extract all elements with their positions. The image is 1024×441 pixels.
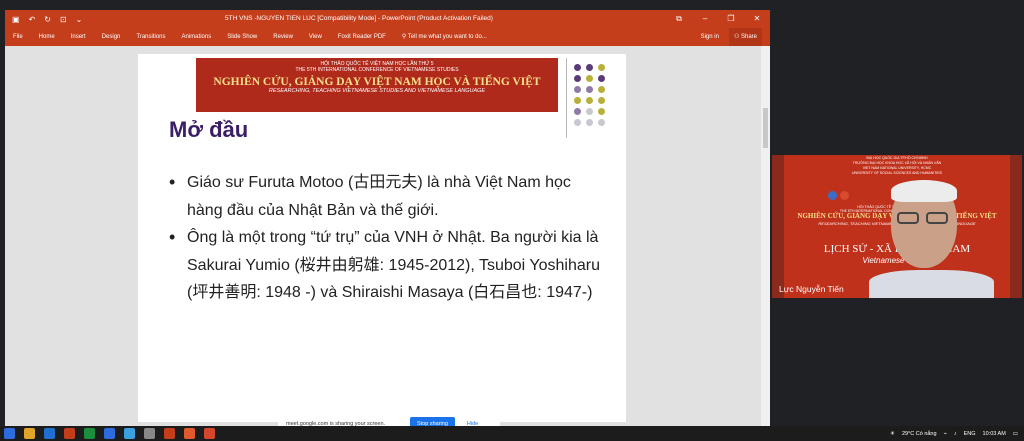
word-icon[interactable] (44, 428, 55, 439)
window-controls: ⧉ – ❐ ✕ (666, 10, 770, 28)
decorative-dot (598, 75, 605, 82)
bullet-list: Giáo sư Furuta Motoo (古田元夫) là nhà Việt … (169, 169, 609, 307)
redo-icon[interactable]: ↻ (44, 15, 51, 24)
decorative-dot (598, 108, 605, 115)
decorative-dot (574, 108, 581, 115)
tab-foxit[interactable]: Foxit Reader PDF (330, 28, 394, 46)
decorative-dot (598, 119, 605, 126)
tab-design[interactable]: Design (94, 28, 129, 46)
slide-title: Mở đầu (169, 117, 249, 142)
share-button[interactable]: ⚇ Share (728, 28, 762, 46)
tab-slide-show[interactable]: Slide Show (219, 28, 265, 46)
share-label: Share (740, 34, 757, 40)
folder-icon[interactable] (24, 428, 35, 439)
clock[interactable]: 10:03 AM (983, 431, 1006, 437)
volume-icon[interactable]: ♪ (954, 431, 957, 437)
tab-file[interactable]: File (5, 28, 31, 46)
decorative-dot (586, 64, 593, 71)
weather-icon[interactable]: ☀ (890, 431, 895, 437)
tell-me-text: Tell me what you want to do... (407, 34, 487, 40)
decorative-dot (574, 97, 581, 104)
window-title: 5TH VNS -NGUYEN TIEN LUC [Compatibility … (225, 15, 493, 22)
participant-hair (891, 180, 957, 202)
scrollbar-thumb[interactable] (763, 108, 768, 148)
explorer-icon[interactable] (4, 428, 15, 439)
participant-shirt (869, 270, 994, 298)
decorative-dot (586, 86, 593, 93)
video-banner-line-2: TRƯỜNG ĐẠI HỌC KHOA HỌC XÃ HỘI VÀ NHÂN V… (852, 161, 942, 165)
tab-view[interactable]: View (301, 28, 330, 46)
decorative-dot (586, 97, 593, 104)
bullet-item-2: Ông là một trong “tứ trụ” của VNH ở Nhật… (169, 224, 609, 307)
glasses-left-icon (897, 212, 919, 224)
maximize-icon[interactable]: ❐ (718, 10, 744, 28)
banner-line-3: NGHIÊN CỨU, GIẢNG DẠY VIỆT NAM HỌC VÀ TI… (213, 76, 541, 88)
banner-divider (566, 58, 567, 138)
language-indicator[interactable]: ENG (964, 431, 976, 437)
decorative-dot (574, 119, 581, 126)
decorative-dot (598, 97, 605, 104)
participant-camera-feed (869, 180, 999, 298)
close-icon[interactable]: ✕ (744, 10, 770, 28)
notification-icon[interactable]: ▭ (1013, 431, 1018, 437)
person-icon: ⚇ (733, 34, 741, 40)
tab-animations[interactable]: Animations (174, 28, 220, 46)
system-tray: ☀ 29°C Có nắng ⌁ ♪ ENG 10:03 AM ▭ (890, 426, 1018, 441)
glasses-right-icon (926, 212, 948, 224)
ribbon-account: Sign in ⚇ Share (701, 28, 762, 46)
ribbon-tabs: File Home Insert Design Transitions Anim… (5, 28, 770, 46)
video-banner-line-4: UNIVERSITY OF SOCIAL SCIENCES AND HUMANI… (851, 171, 943, 175)
app-icon[interactable] (144, 428, 155, 439)
bullet-item-1: Giáo sư Furuta Motoo (古田元夫) là nhà Việt … (169, 169, 609, 224)
chrome-icon[interactable] (124, 428, 135, 439)
partner-logo-icon (840, 191, 849, 200)
participant-video-tile[interactable]: ĐẠI HỌC QUỐC GIA TP.HỒ CHÍ MINH TRƯỜNG Đ… (772, 155, 1022, 298)
decorative-dot (586, 108, 593, 115)
banner-line-2: THE 5TH INTERNATIONAL CONFERENCE OF VIET… (295, 67, 459, 73)
university-logo-icon (828, 191, 837, 200)
screen: ▣ ↶ ↻ ⊡ ⌄ 5TH VNS -NGUYEN TIEN LUC [Comp… (0, 0, 1024, 441)
save-icon[interactable]: ▣ (12, 15, 20, 24)
decorative-dot (574, 86, 581, 93)
windows-taskbar: ☀ 29°C Có nắng ⌁ ♪ ENG 10:03 AM ▭ (0, 426, 1024, 441)
edge-icon[interactable] (104, 428, 115, 439)
weather-text[interactable]: 29°C Có nắng (902, 431, 937, 437)
excel-icon[interactable] (84, 428, 95, 439)
decorative-dot (574, 75, 581, 82)
sign-in-link[interactable]: Sign in (701, 28, 719, 46)
tab-review[interactable]: Review (265, 28, 301, 46)
pdf-icon[interactable] (204, 428, 215, 439)
decorative-dot (598, 86, 605, 93)
participant-name: Lực Nguyễn Tiến (779, 284, 844, 294)
decorative-dot (574, 64, 581, 71)
quick-access-toolbar: ▣ ↶ ↻ ⊡ ⌄ (5, 15, 125, 24)
network-icon[interactable]: ⌁ (944, 431, 947, 437)
decorative-dot (586, 119, 593, 126)
tab-home[interactable]: Home (31, 28, 63, 46)
powerpoint-icon[interactable] (64, 428, 75, 439)
powerpoint-window: ▣ ↶ ↻ ⊡ ⌄ 5TH VNS -NGUYEN TIEN LUC [Comp… (5, 10, 770, 426)
video-banner-line-3: VIET NAM NATIONAL UNIVERSITY, HCMC (862, 166, 932, 170)
title-bar: ▣ ↶ ↻ ⊡ ⌄ 5TH VNS -NGUYEN TIEN LUC [Comp… (5, 10, 770, 28)
tab-insert[interactable]: Insert (63, 28, 94, 46)
vertical-scrollbar[interactable] (761, 46, 770, 426)
conference-banner: HỘI THẢO QUỐC TẾ VIỆT NAM HỌC LẦN THỨ 5 … (196, 58, 558, 112)
slide-canvas[interactable]: HỘI THẢO QUỐC TẾ VIỆT NAM HỌC LẦN THỨ 5 … (138, 54, 626, 422)
tab-transitions[interactable]: Transitions (128, 28, 173, 46)
decorative-dots (574, 64, 616, 136)
powerpoint-active-icon[interactable] (164, 428, 175, 439)
firefox-icon[interactable] (184, 428, 195, 439)
tell-me-search[interactable]: ⚲ Tell me what you want to do... (394, 28, 487, 46)
decorative-dot (598, 64, 605, 71)
undo-icon[interactable]: ↶ (29, 15, 36, 24)
slideshow-icon[interactable]: ⊡ (60, 15, 67, 24)
video-banner-line-1: ĐẠI HỌC QUỐC GIA TP.HỒ CHÍ MINH (866, 156, 928, 160)
minimize-icon[interactable]: – (692, 10, 718, 28)
taskbar-apps (4, 428, 215, 439)
banner-line-4: RESEARCHING, TEACHING VIETNAMESE STUDIES… (268, 88, 486, 94)
decorative-dot (586, 75, 593, 82)
customize-qat-icon[interactable]: ⌄ (76, 15, 83, 24)
ribbon-display-icon[interactable]: ⧉ (666, 10, 692, 28)
